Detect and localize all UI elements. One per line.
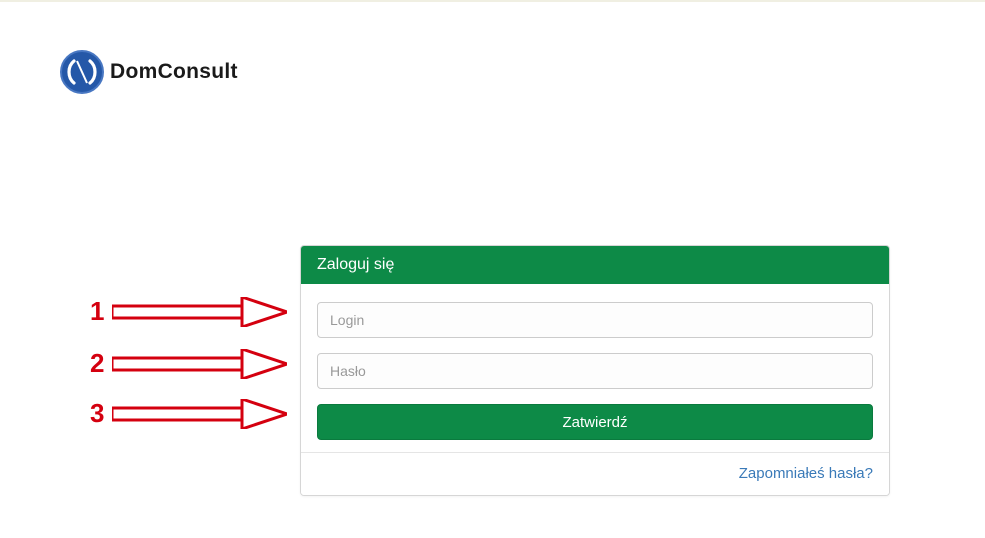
- login-panel-footer: Zapomniałeś hasła?: [301, 452, 889, 495]
- annotation-1: 1: [90, 296, 287, 327]
- annotation-number: 3: [90, 398, 104, 429]
- forgot-password-link[interactable]: Zapomniałeś hasła?: [739, 465, 873, 482]
- login-panel: Zaloguj się Zatwierdź Zapomniałeś hasła?: [300, 245, 890, 496]
- annotation-3: 3: [90, 398, 287, 429]
- brand-logo-icon: [60, 50, 104, 94]
- login-panel-header: Zaloguj się: [301, 246, 889, 284]
- arrow-right-icon: [112, 349, 287, 379]
- arrow-right-icon: [112, 399, 287, 429]
- annotation-number: 1: [90, 296, 104, 327]
- login-input[interactable]: [317, 302, 873, 338]
- brand-name: DomConsult: [110, 60, 238, 84]
- login-panel-body: Zatwierdź: [301, 284, 889, 452]
- annotation-number: 2: [90, 348, 104, 379]
- annotation-2: 2: [90, 348, 287, 379]
- brand-logo-area: DomConsult: [60, 50, 238, 94]
- arrow-right-icon: [112, 297, 287, 327]
- submit-button[interactable]: Zatwierdź: [317, 404, 873, 440]
- password-input[interactable]: [317, 353, 873, 389]
